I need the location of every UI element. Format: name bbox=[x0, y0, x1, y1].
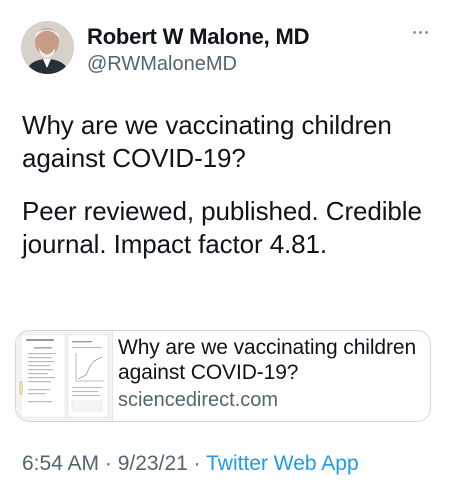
author-handle[interactable]: @RWMaloneMD bbox=[87, 51, 309, 77]
tweet-text-paragraph: Peer reviewed, published. Credible journ… bbox=[22, 196, 422, 259]
link-card-domain: sciencedirect.com bbox=[118, 389, 279, 411]
author-info: Robert W Malone, MD @RWMaloneMD bbox=[87, 24, 310, 77]
article-thumbnail bbox=[16, 331, 113, 421]
tweet: Robert W Malone, MD @RWMaloneMD Why are … bbox=[0, 0, 451, 500]
link-card-title[interactable]: Why are we vaccinating children against … bbox=[118, 335, 423, 385]
meta-separator: · bbox=[99, 452, 118, 475]
tweet-source[interactable]: Twitter Web App bbox=[206, 452, 359, 475]
avatar[interactable] bbox=[21, 21, 74, 74]
tweet-date[interactable]: 9/23/21 bbox=[118, 452, 188, 475]
tweet-text-paragraph: Why are we vaccinating children against … bbox=[22, 110, 392, 173]
tweet-time[interactable]: 6:54 AM bbox=[22, 452, 99, 475]
link-preview-card[interactable]: Why are we vaccinating children against … bbox=[15, 330, 431, 422]
meta-separator: · bbox=[187, 452, 207, 475]
more-horizontal-icon[interactable] bbox=[413, 28, 429, 36]
author-display-name[interactable]: Robert W Malone, MD bbox=[87, 24, 310, 50]
tweet-metadata: 6:54 AM · 9/23/21 · Twitter Web App bbox=[22, 450, 359, 478]
